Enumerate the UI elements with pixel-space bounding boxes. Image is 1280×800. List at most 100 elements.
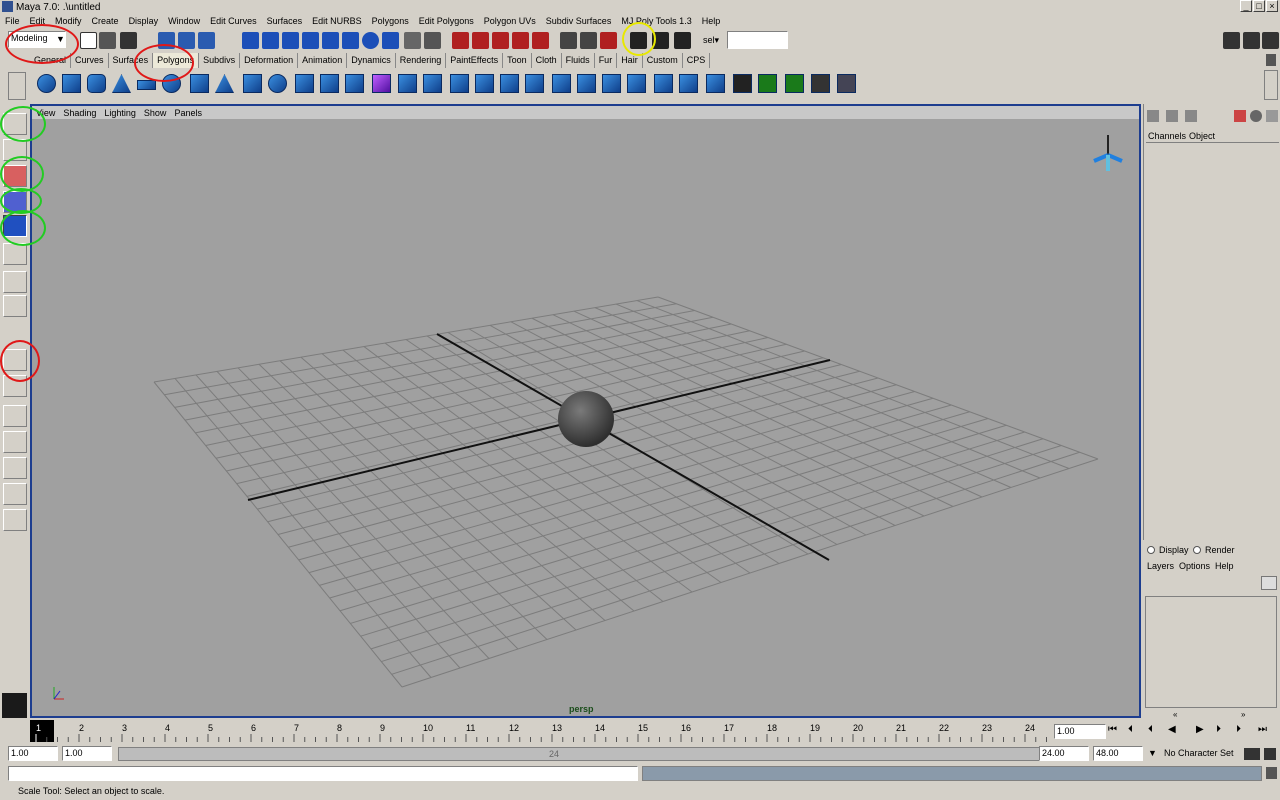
step-back-frame-icon[interactable]: ⏴ [1148, 724, 1153, 735]
bevel-icon[interactable] [475, 74, 494, 93]
show-manip-icon[interactable] [3, 295, 27, 317]
collapse-icon[interactable] [602, 74, 621, 93]
view-cube-axis-icon[interactable] [1093, 135, 1123, 171]
automatic-map-icon[interactable] [811, 74, 830, 93]
poly-helix-icon[interactable] [268, 74, 287, 93]
split-polygon-icon[interactable] [450, 74, 469, 93]
triangulate-icon[interactable] [627, 74, 646, 93]
options-menu[interactable]: Options [1179, 561, 1210, 571]
output-ops-icon[interactable] [580, 32, 597, 49]
cylindrical-map-icon[interactable] [758, 74, 777, 93]
extrude-face-icon[interactable] [398, 74, 417, 93]
layout-dropdown-icon[interactable] [3, 509, 27, 531]
universal-manip-icon[interactable] [3, 243, 27, 265]
poly-pipe-icon[interactable] [243, 74, 262, 93]
menu-window[interactable]: Window [163, 16, 205, 26]
shading-icon[interactable] [1250, 110, 1262, 122]
save-scene-icon[interactable] [120, 32, 137, 49]
subdivide-icon[interactable] [577, 74, 596, 93]
menu-display[interactable]: Display [124, 16, 164, 26]
render-region-icon[interactable] [424, 32, 441, 49]
layers-menu[interactable]: Layers [1147, 561, 1174, 571]
menu-subdiv-surfaces[interactable]: Subdiv Surfaces [541, 16, 617, 26]
snap-surface-icon[interactable] [322, 32, 339, 49]
end-time-field[interactable]: 48.00 [1093, 746, 1143, 761]
command-line-input[interactable] [8, 766, 638, 781]
channels-menu[interactable]: Channels [1148, 131, 1186, 141]
menu-file[interactable]: File [0, 16, 25, 26]
trash-icon[interactable] [1266, 54, 1276, 66]
range-slider[interactable]: 24 [118, 747, 1048, 761]
chevron-down-icon[interactable]: ▼ [1148, 748, 1157, 758]
time-slider[interactable]: 1 2 3 4 5 6 7 8 9 10 11 12 13 14 15 16 17 18 19 20 21 22 23 24 [30, 720, 1050, 742]
poly-sphere-object[interactable] [558, 391, 614, 447]
modeling-layout-icon[interactable] [1223, 32, 1240, 49]
close-button[interactable]: × [1266, 0, 1278, 12]
key-icon[interactable] [1244, 748, 1260, 760]
open-scene-icon[interactable] [99, 32, 116, 49]
construction-history-icon[interactable] [600, 32, 617, 49]
tab-painteffects[interactable]: PaintEffects [446, 53, 504, 68]
new-scene-icon[interactable] [80, 32, 97, 49]
poly-plane-icon[interactable] [137, 80, 156, 90]
play-backward-icon[interactable]: ◀ [1168, 724, 1176, 735]
channel-box-toggle-icon[interactable] [1147, 110, 1159, 122]
tab-dynamics[interactable]: Dynamics [347, 53, 396, 68]
panel-menu-lighting[interactable]: Lighting [100, 108, 140, 118]
script-editor-icon[interactable] [1266, 767, 1277, 779]
tab-toon[interactable]: Toon [503, 53, 532, 68]
planar-map-icon[interactable] [733, 74, 752, 93]
panel-menu-panels[interactable]: Panels [170, 108, 206, 118]
both-toggle-icon[interactable] [1185, 110, 1197, 122]
snap-curve-icon[interactable] [262, 32, 279, 49]
magnet-icon[interactable] [532, 32, 549, 49]
new-layer-icon[interactable] [1261, 576, 1277, 590]
shelf-menu-button[interactable] [8, 72, 26, 100]
merge-vertices-icon[interactable] [525, 74, 544, 93]
menu-polygons[interactable]: Polygons [367, 16, 414, 26]
character-set-label[interactable]: No Character Set [1164, 748, 1234, 758]
menu-edit-nurbs[interactable]: Edit NURBS [307, 16, 367, 26]
combine-icon[interactable] [295, 74, 314, 93]
tab-cloth[interactable]: Cloth [531, 53, 562, 68]
fill-hole-icon[interactable] [679, 74, 698, 93]
soft-mod-icon[interactable] [3, 271, 27, 293]
menu-surfaces[interactable]: Surfaces [262, 16, 308, 26]
quadrangulate-icon[interactable] [654, 74, 673, 93]
merge-edges-icon[interactable] [552, 74, 571, 93]
render-radio[interactable] [1193, 546, 1201, 554]
hypershade-layout-icon[interactable] [3, 483, 27, 505]
lock-icon[interactable] [404, 32, 421, 49]
scroll-right-icon[interactable]: » [1241, 710, 1245, 719]
attr-editor-icon[interactable] [1243, 32, 1260, 49]
menu-help[interactable]: Help [697, 16, 726, 26]
tab-curves[interactable]: Curves [71, 53, 109, 68]
viewport-persp[interactable]: View Shading Lighting Show Panels persp [30, 104, 1141, 718]
poly-cube-icon[interactable] [62, 74, 81, 93]
tab-animation[interactable]: Animation [298, 53, 348, 68]
extrude-edge-icon[interactable] [423, 74, 442, 93]
scroll-left-icon[interactable]: « [1173, 710, 1177, 719]
append-polygon-icon[interactable] [500, 74, 519, 93]
help-menu[interactable]: Help [1215, 561, 1234, 571]
question-icon[interactable] [382, 32, 399, 49]
scene-canvas[interactable] [32, 119, 1139, 715]
sel-label[interactable]: sel▾ [703, 35, 719, 46]
shelf-scrollbar[interactable] [1264, 70, 1278, 100]
display-radio[interactable] [1147, 546, 1155, 554]
poly-pyramid-icon[interactable] [215, 74, 234, 93]
panel-menu-show[interactable]: Show [140, 108, 171, 118]
tab-rendering[interactable]: Rendering [395, 53, 447, 68]
tool-settings-icon[interactable] [1262, 32, 1279, 49]
snap-plane-icon[interactable] [302, 32, 319, 49]
go-to-end-icon[interactable]: ⏭ [1258, 724, 1267, 735]
start-time-field[interactable]: 1.00 [8, 746, 58, 761]
tab-fur[interactable]: Fur [594, 53, 618, 68]
menu-create[interactable]: Create [87, 16, 124, 26]
render-sequence-icon[interactable] [674, 32, 691, 49]
snap-grid-icon[interactable] [242, 32, 259, 49]
menu-edit-curves[interactable]: Edit Curves [205, 16, 262, 26]
play-forward-icon[interactable]: ▶ [1196, 724, 1204, 735]
menu-edit-polygons[interactable]: Edit Polygons [414, 16, 479, 26]
menu-polygon-uvs[interactable]: Polygon UVs [479, 16, 541, 26]
